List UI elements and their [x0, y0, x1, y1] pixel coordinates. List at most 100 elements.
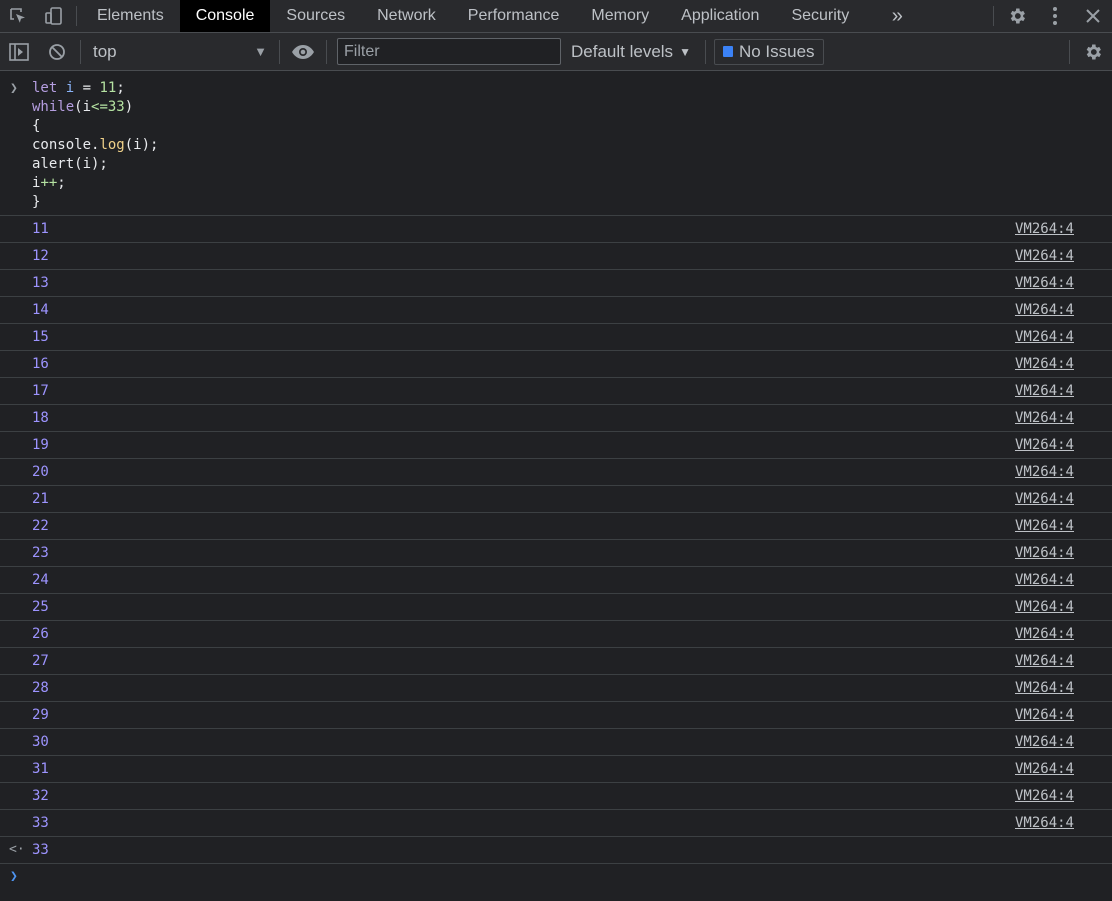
log-source-link[interactable]: VM264:4	[1015, 783, 1074, 809]
log-value: 11	[32, 221, 49, 237]
log-value: 20	[32, 464, 49, 480]
log-row: 25 VM264:4	[0, 594, 1112, 621]
log-value: 32	[32, 788, 49, 804]
log-row: 26 VM264:4	[0, 621, 1112, 648]
result-row: <· 33	[0, 837, 1112, 864]
log-list: 11 VM264:4 12 VM264:4 13 VM264:4 14 VM264:4 15 VM…	[0, 216, 1112, 837]
log-value: 27	[32, 653, 49, 669]
log-value: 24	[32, 572, 49, 588]
log-source-link[interactable]: VM264:4	[1015, 297, 1074, 323]
log-levels-label: Default levels	[571, 41, 674, 61]
log-row: 31 VM264:4	[0, 756, 1112, 783]
log-row: 24 VM264:4	[0, 567, 1112, 594]
log-value: 29	[32, 707, 49, 723]
log-source-link[interactable]: VM264:4	[1015, 810, 1074, 836]
log-value: 21	[32, 491, 49, 507]
log-source-link[interactable]: VM264:4	[1015, 756, 1074, 782]
log-value: 30	[32, 734, 49, 750]
log-row: 17 VM264:4	[0, 378, 1112, 405]
log-value: 26	[32, 626, 49, 642]
live-expression-icon[interactable]	[284, 33, 322, 70]
more-tabs-icon[interactable]: »	[879, 0, 915, 32]
console-input-message: ❯ let i = 11; while(i<=33) { console.log…	[0, 71, 1112, 216]
log-row: 29 VM264:4	[0, 702, 1112, 729]
log-source-link[interactable]: VM264:4	[1015, 324, 1074, 350]
log-value: 31	[32, 761, 49, 777]
log-source-link[interactable]: VM264:4	[1015, 567, 1074, 593]
log-row: 15 VM264:4	[0, 324, 1112, 351]
dropdown-arrow-icon: ▼	[254, 44, 267, 59]
log-source-link[interactable]: VM264:4	[1015, 486, 1074, 512]
log-source-link[interactable]: VM264:4	[1015, 675, 1074, 701]
console-prompt[interactable]: ❯	[0, 864, 1112, 890]
log-source-link[interactable]: VM264:4	[1015, 351, 1074, 377]
log-source-link[interactable]: VM264:4	[1015, 594, 1074, 620]
toolbar-divider	[326, 39, 327, 64]
gear-icon[interactable]	[998, 0, 1036, 32]
tab-network[interactable]: Network	[361, 0, 452, 32]
log-source-link[interactable]: VM264:4	[1015, 216, 1074, 242]
code-token: 11	[99, 80, 117, 96]
log-source-link[interactable]: VM264:4	[1015, 270, 1074, 296]
toolbar-divider	[993, 6, 994, 26]
tab-sources[interactable]: Sources	[270, 0, 361, 32]
tab-memory[interactable]: Memory	[575, 0, 665, 32]
chevron-right-icon: ❯	[10, 869, 18, 884]
console-settings-area	[1069, 33, 1112, 70]
log-value: 12	[32, 248, 49, 264]
log-row: 22 VM264:4	[0, 513, 1112, 540]
issues-button[interactable]: No Issues	[713, 38, 824, 65]
log-source-link[interactable]: VM264:4	[1015, 513, 1074, 539]
console-output: ❯ let i = 11; while(i<=33) { console.log…	[0, 71, 1112, 890]
tab-security[interactable]: Security	[775, 0, 865, 32]
code-line: alert(i);	[32, 156, 108, 172]
context-selector[interactable]: top ▼	[85, 33, 275, 70]
log-row: 11 VM264:4	[0, 216, 1112, 243]
log-source-link[interactable]: VM264:4	[1015, 459, 1074, 485]
log-source-link[interactable]: VM264:4	[1015, 405, 1074, 431]
tab-elements[interactable]: Elements	[81, 0, 180, 32]
log-source-link[interactable]: VM264:4	[1015, 243, 1074, 269]
clear-console-icon[interactable]	[38, 33, 76, 70]
log-row: 21 VM264:4	[0, 486, 1112, 513]
context-selector-label: top	[93, 41, 117, 61]
close-icon[interactable]	[1074, 0, 1112, 32]
log-source-link[interactable]: VM264:4	[1015, 540, 1074, 566]
log-source-link[interactable]: VM264:4	[1015, 702, 1074, 728]
log-row: 30 VM264:4	[0, 729, 1112, 756]
code-line: let i = 11;	[32, 80, 125, 96]
log-row: 23 VM264:4	[0, 540, 1112, 567]
code-line: }	[32, 194, 41, 210]
log-source-link[interactable]: VM264:4	[1015, 432, 1074, 458]
log-source-link[interactable]: VM264:4	[1015, 378, 1074, 404]
code-token: i	[65, 80, 75, 96]
issues-flag-icon	[722, 46, 733, 57]
log-row: 32 VM264:4	[0, 783, 1112, 810]
log-source-link[interactable]: VM264:4	[1015, 648, 1074, 674]
device-toggle-icon[interactable]	[36, 0, 72, 32]
log-row: 18 VM264:4	[0, 405, 1112, 432]
gear-icon[interactable]	[1074, 33, 1112, 70]
log-value: 33	[32, 815, 49, 831]
log-levels-dropdown[interactable]: Default levels ▼	[571, 33, 701, 70]
log-value: 25	[32, 599, 49, 615]
log-row: 27 VM264:4	[0, 648, 1112, 675]
toolbar-divider	[80, 39, 81, 64]
sidebar-toggle-icon[interactable]	[0, 33, 38, 70]
filter-input[interactable]	[337, 38, 561, 65]
tab-performance[interactable]: Performance	[452, 0, 576, 32]
log-value: 19	[32, 437, 49, 453]
log-value: 18	[32, 410, 49, 426]
log-row: 33 VM264:4	[0, 810, 1112, 837]
log-source-link[interactable]: VM264:4	[1015, 621, 1074, 647]
kebab-menu-icon[interactable]	[1036, 0, 1074, 32]
code-line: while(i<=33)	[32, 99, 134, 115]
chevron-right-icon: ❯	[10, 81, 18, 96]
inspect-element-icon[interactable]	[0, 0, 36, 32]
log-row: 20 VM264:4	[0, 459, 1112, 486]
issues-label: No Issues	[738, 41, 815, 61]
tab-application[interactable]: Application	[665, 0, 775, 32]
log-source-link[interactable]: VM264:4	[1015, 729, 1074, 755]
toolbar-divider	[704, 39, 706, 64]
tab-console[interactable]: Console	[179, 0, 271, 32]
